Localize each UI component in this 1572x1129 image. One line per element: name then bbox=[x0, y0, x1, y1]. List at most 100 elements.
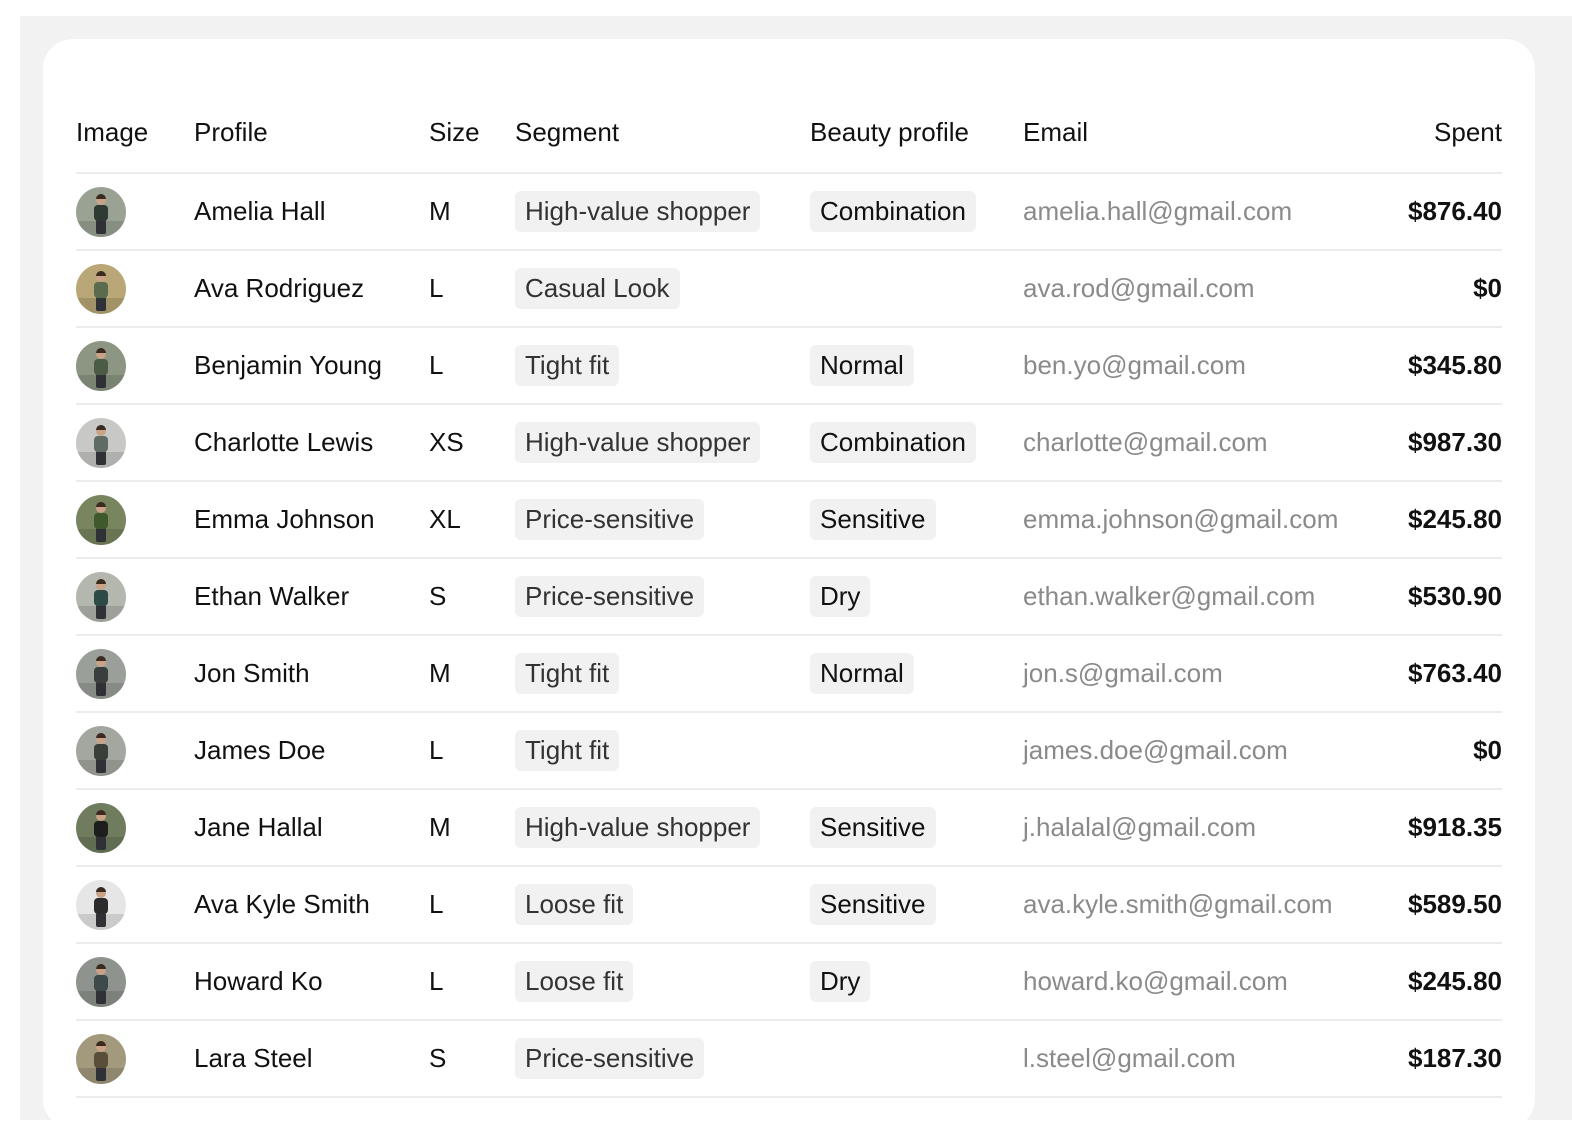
beauty-profile-tag[interactable]: Sensitive bbox=[810, 499, 936, 540]
segment-tag[interactable]: High-value shopper bbox=[515, 422, 761, 463]
beauty-profile-tag[interactable]: Combination bbox=[810, 422, 976, 463]
person-photo-icon bbox=[76, 1033, 126, 1084]
table-row[interactable]: Jon Smith M Tight fit Normal jon.s@gmail.com… bbox=[76, 635, 1502, 713]
segment-tag[interactable]: Tight fit bbox=[515, 730, 620, 771]
beauty-profile-tag[interactable]: Normal bbox=[810, 345, 914, 386]
avatar[interactable] bbox=[76, 956, 126, 1007]
beauty-profile-tag[interactable]: Dry bbox=[810, 961, 871, 1002]
profile-name[interactable]: Ava Kyle Smith bbox=[194, 866, 429, 944]
spent-value: $187.30 bbox=[1383, 1020, 1502, 1098]
profile-name[interactable]: Ava Rodriguez bbox=[194, 250, 429, 328]
avatar[interactable] bbox=[76, 263, 126, 314]
column-header-spent[interactable]: Spent bbox=[1383, 93, 1502, 174]
avatar[interactable] bbox=[76, 1033, 126, 1084]
table-row[interactable]: Jane Hallal M High-value shopper Sensitive j… bbox=[76, 789, 1502, 867]
person-photo-icon bbox=[76, 263, 126, 314]
beauty-profile-tag[interactable]: Sensitive bbox=[810, 884, 936, 925]
segment-cell: Casual Look bbox=[515, 250, 810, 328]
table-row[interactable]: Amelia Hall M High-value shopper Combinatio… bbox=[76, 173, 1502, 251]
segment-tag[interactable]: Price-sensitive bbox=[515, 576, 705, 617]
column-header-profile[interactable]: Profile bbox=[194, 93, 429, 174]
customers-table: Image Profile Size Segment Beauty profil… bbox=[76, 93, 1502, 1098]
avatar-cell bbox=[76, 943, 194, 1021]
segment-tag[interactable]: Price-sensitive bbox=[515, 499, 705, 540]
segment-tag[interactable]: Loose fit bbox=[515, 884, 634, 925]
table-row[interactable]: Benjamin Young L Tight fit Normal ben.yo@gma… bbox=[76, 327, 1502, 405]
segment-tag[interactable]: Tight fit bbox=[515, 345, 620, 386]
email-value[interactable]: charlotte@gmail.com bbox=[1023, 404, 1383, 482]
column-header-size[interactable]: Size bbox=[429, 93, 515, 174]
table-row[interactable]: Howard Ko L Loose fit Dry howard.ko@gmail.co… bbox=[76, 943, 1502, 1021]
segment-cell: High-value shopper bbox=[515, 173, 810, 251]
table-row[interactable]: Charlotte Lewis XS High-value shopper Combi… bbox=[76, 404, 1502, 482]
beauty-profile-tag[interactable]: Dry bbox=[810, 576, 871, 617]
column-header-segment[interactable]: Segment bbox=[515, 93, 810, 174]
profile-name[interactable]: Charlotte Lewis bbox=[194, 404, 429, 482]
email-value[interactable]: emma.johnson@gmail.com bbox=[1023, 481, 1383, 559]
column-header-beauty-profile[interactable]: Beauty profile bbox=[810, 93, 1023, 174]
email-value[interactable]: ava.kyle.smith@gmail.com bbox=[1023, 866, 1383, 944]
profile-name[interactable]: Jon Smith bbox=[194, 635, 429, 713]
segment-tag[interactable]: Price-sensitive bbox=[515, 1038, 705, 1079]
segment-tag[interactable]: High-value shopper bbox=[515, 807, 761, 848]
email-value[interactable]: howard.ko@gmail.com bbox=[1023, 943, 1383, 1021]
email-value[interactable]: jon.s@gmail.com bbox=[1023, 635, 1383, 713]
customers-card: Image Profile Size Segment Beauty profil… bbox=[43, 39, 1535, 1129]
email-value[interactable]: j.halalal@gmail.com bbox=[1023, 789, 1383, 867]
avatar[interactable] bbox=[76, 879, 126, 930]
spent-value: $530.90 bbox=[1383, 558, 1502, 636]
avatar-cell bbox=[76, 1020, 194, 1098]
email-value[interactable]: ava.rod@gmail.com bbox=[1023, 250, 1383, 328]
table-row[interactable]: Ethan Walker S Price-sensitive Dry ethan.wal… bbox=[76, 558, 1502, 636]
segment-tag[interactable]: High-value shopper bbox=[515, 191, 761, 232]
column-header-image[interactable]: Image bbox=[76, 93, 194, 174]
segment-tag[interactable]: Tight fit bbox=[515, 653, 620, 694]
segment-cell: Price-sensitive bbox=[515, 558, 810, 636]
avatar-cell bbox=[76, 558, 194, 636]
beauty-profile-tag[interactable]: Sensitive bbox=[810, 807, 936, 848]
avatar-cell bbox=[76, 173, 194, 251]
table-row[interactable]: Ava Rodriguez L Casual Look ava.rod@gmail.c… bbox=[76, 250, 1502, 328]
table-row[interactable]: Emma Johnson XL Price-sensitive Sensitive em… bbox=[76, 481, 1502, 559]
beauty-profile-tag[interactable]: Combination bbox=[810, 191, 976, 232]
avatar-cell bbox=[76, 635, 194, 713]
size-value: XS bbox=[429, 404, 515, 482]
avatar[interactable] bbox=[76, 571, 126, 622]
table-row[interactable]: Lara Steel S Price-sensitive l.steel@gmail.… bbox=[76, 1020, 1502, 1098]
segment-cell: Tight fit bbox=[515, 635, 810, 713]
avatar[interactable] bbox=[76, 340, 126, 391]
beauty-profile-cell: Combination bbox=[810, 173, 1023, 251]
email-value[interactable]: l.steel@gmail.com bbox=[1023, 1020, 1383, 1098]
segment-tag[interactable]: Casual Look bbox=[515, 268, 680, 309]
email-value[interactable]: amelia.hall@gmail.com bbox=[1023, 173, 1383, 251]
email-value[interactable]: ben.yo@gmail.com bbox=[1023, 327, 1383, 405]
profile-name[interactable]: Emma Johnson bbox=[194, 481, 429, 559]
profile-name[interactable]: Benjamin Young bbox=[194, 327, 429, 405]
profile-name[interactable]: Ethan Walker bbox=[194, 558, 429, 636]
table-row[interactable]: James Doe L Tight fit james.doe@gmail.com $0 bbox=[76, 712, 1502, 790]
segment-tag[interactable]: Loose fit bbox=[515, 961, 634, 1002]
beauty-profile-tag[interactable]: Normal bbox=[810, 653, 914, 694]
spent-value: $245.80 bbox=[1383, 943, 1502, 1021]
beauty-profile-cell: Sensitive bbox=[810, 481, 1023, 559]
avatar[interactable] bbox=[76, 417, 126, 468]
profile-name[interactable]: Lara Steel bbox=[194, 1020, 429, 1098]
column-header-email[interactable]: Email bbox=[1023, 93, 1383, 174]
person-photo-icon bbox=[76, 802, 126, 853]
avatar[interactable] bbox=[76, 494, 126, 545]
profile-name[interactable]: Howard Ko bbox=[194, 943, 429, 1021]
avatar[interactable] bbox=[76, 648, 126, 699]
avatar[interactable] bbox=[76, 802, 126, 853]
profile-name[interactable]: Jane Hallal bbox=[194, 789, 429, 867]
avatar[interactable] bbox=[76, 725, 126, 776]
beauty-profile-cell bbox=[810, 1020, 1023, 1098]
avatar[interactable] bbox=[76, 186, 126, 237]
table-row[interactable]: Ava Kyle Smith L Loose fit Sensitive ava.kyl… bbox=[76, 866, 1502, 944]
email-value[interactable]: james.doe@gmail.com bbox=[1023, 712, 1383, 790]
size-value: L bbox=[429, 943, 515, 1021]
person-photo-icon bbox=[76, 879, 126, 930]
profile-name[interactable]: Amelia Hall bbox=[194, 173, 429, 251]
email-value[interactable]: ethan.walker@gmail.com bbox=[1023, 558, 1383, 636]
segment-cell: Loose fit bbox=[515, 943, 810, 1021]
profile-name[interactable]: James Doe bbox=[194, 712, 429, 790]
